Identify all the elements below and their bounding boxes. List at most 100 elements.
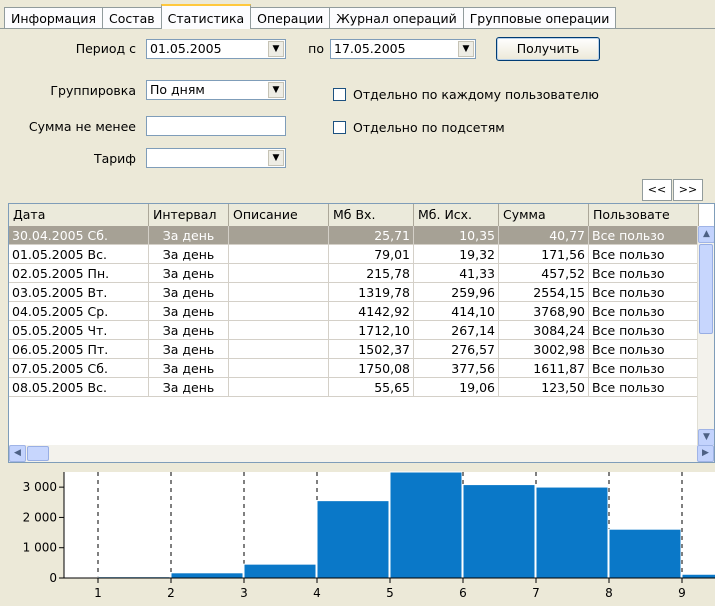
table-cell [229,340,329,359]
table-cell: Все пользо [589,302,699,321]
column-header[interactable]: Описание [229,204,329,226]
table-cell: За день [149,264,229,283]
scroll-thumb[interactable] [27,446,49,461]
scroll-thumb[interactable] [699,244,713,334]
table-cell: 3768,90 [499,302,589,321]
chart-bar [462,484,536,579]
table-cell: 02.05.2005 Пн. [9,264,149,283]
table-cell: 414,10 [414,302,499,321]
grouping-combo[interactable]: По дням ▼ [146,80,286,100]
table-cell: 05.05.2005 Чт. [9,321,149,340]
table-cell: 2554,15 [499,283,589,302]
x-tick-label: 1 [94,586,102,600]
column-header[interactable]: Дата [9,204,149,226]
grouping-label: Группировка [50,83,136,98]
column-header[interactable]: Сумма [499,204,589,226]
x-tick-label: 5 [386,586,394,600]
table-row[interactable]: 03.05.2005 Вт. За день 1319,78 259,96 2554,1… [9,283,699,302]
table-cell: Все пользо [589,359,699,378]
chart-bar [243,563,317,579]
get-button[interactable]: Получить [496,37,600,61]
table-cell [229,245,329,264]
table-cell: Все пользо [589,378,699,397]
x-tick-label: 4 [313,586,321,600]
table-row[interactable]: 02.05.2005 Пн. За день 215,78 41,33 457,52 Вс… [9,264,699,283]
table-row[interactable]: 06.05.2005 Пт. За день 1502,37 276,57 3002,9… [9,340,699,359]
column-header[interactable]: Мб Вх. [329,204,414,226]
chevron-down-icon[interactable]: ▼ [268,41,284,57]
arrow-left-icon[interactable]: ◀ [9,445,26,462]
table-cell: 3084,24 [499,321,589,340]
table-cell: Все пользо [589,283,699,302]
column-header[interactable]: Интервал [149,204,229,226]
table-cell [229,302,329,321]
chart-bar [389,471,463,579]
chart-bar [535,486,609,579]
table-cell: Все пользо [589,226,699,245]
sum-input[interactable] [146,116,286,136]
chevron-down-icon[interactable]: ▼ [268,150,284,166]
chevron-down-icon[interactable]: ▼ [268,82,284,98]
period-to-label: по [308,41,324,56]
period-to-combo[interactable]: 17.05.2005 ▼ [330,39,476,59]
table-row[interactable]: 05.05.2005 Чт. За день 1712,10 267,14 3084,2… [9,321,699,340]
next-button[interactable]: >> [673,179,703,201]
table-cell: 03.05.2005 Вт. [9,283,149,302]
tab-item[interactable]: Информация [4,7,104,29]
arrow-right-icon[interactable]: ▶ [697,445,714,462]
table-row[interactable]: 08.05.2005 Вс. За день 55,65 19,06 123,50 Все… [9,378,699,397]
table-cell: 276,57 [414,340,499,359]
period-from-value: 01.05.2005 [150,41,222,56]
tab-item[interactable]: Журнал операций [329,7,464,29]
vertical-scrollbar[interactable]: ▲ ▼ [697,226,714,446]
chevron-down-icon[interactable]: ▼ [458,41,474,57]
chart-bar [681,573,715,579]
tab-divider [0,28,715,29]
x-tick-label: 7 [532,586,540,600]
statistics-table[interactable]: Дата Интервал Описание Мб Вх. Мб. Исх. Сумма П… [8,203,715,463]
y-tick-label: 0 [49,571,57,585]
prev-button[interactable]: << [642,179,672,201]
tab-item[interactable]: Групповые операции [462,7,617,29]
table-cell: 4142,92 [329,302,414,321]
table-row[interactable]: 04.05.2005 Ср. За день 4142,92 414,10 3768,9… [9,302,699,321]
tab-item[interactable]: Статистика [160,4,252,29]
tab-item[interactable]: Операции [250,7,331,29]
table-cell: 41,33 [414,264,499,283]
table-row[interactable]: 01.05.2005 Вс. За день 79,01 19,32 171,56 Все… [9,245,699,264]
x-tick-label: 6 [459,586,467,600]
checkbox-box[interactable] [333,88,346,101]
horizontal-scrollbar[interactable]: ◀ ▶ [9,445,714,462]
per-user-checkbox[interactable]: Отдельно по каждому пользователю [333,87,599,102]
checkbox-box[interactable] [333,121,346,134]
table-cell: 55,65 [329,378,414,397]
y-tick-label: 3 000 [23,480,57,494]
table-header: Дата Интервал Описание Мб Вх. Мб. Исх. Сумма П… [9,204,699,227]
column-header[interactable]: Пользовате [589,204,699,226]
table-cell: Все пользо [589,321,699,340]
table-row[interactable]: 30.04.2005 Сб. За день 25,71 10,35 40,77 Все … [9,226,699,245]
table-cell: 06.05.2005 Пт. [9,340,149,359]
table-cell: За день [149,359,229,378]
statistics-chart: 0 1 000 2 000 3 000 1 2 3 4 5 6 7 8 9 [23,471,715,600]
table-cell: За день [149,340,229,359]
arrow-up-icon[interactable]: ▲ [698,226,714,243]
per-subnet-checkbox[interactable]: Отдельно по подсетям [333,120,505,135]
tab-item[interactable]: Состав [102,7,162,29]
table-cell: 267,14 [414,321,499,340]
tariff-combo[interactable]: ▼ [146,148,286,168]
grouping-value: По дням [150,82,205,97]
table-cell: 1750,08 [329,359,414,378]
y-tick-label: 1 000 [23,541,57,555]
per-user-label: Отдельно по каждому пользователю [353,87,599,102]
table-cell: 1712,10 [329,321,414,340]
table-cell: 08.05.2005 Вс. [9,378,149,397]
column-header[interactable]: Мб. Исх. [414,204,499,226]
arrow-down-icon[interactable]: ▼ [698,429,714,446]
period-from-combo[interactable]: 01.05.2005 ▼ [146,39,286,59]
sum-label: Сумма не менее [28,119,136,134]
table-cell: За день [149,321,229,340]
table-cell: 79,01 [329,245,414,264]
table-row[interactable]: 07.05.2005 Сб. За день 1750,08 377,56 1611,8… [9,359,699,378]
table-cell: 457,52 [499,264,589,283]
